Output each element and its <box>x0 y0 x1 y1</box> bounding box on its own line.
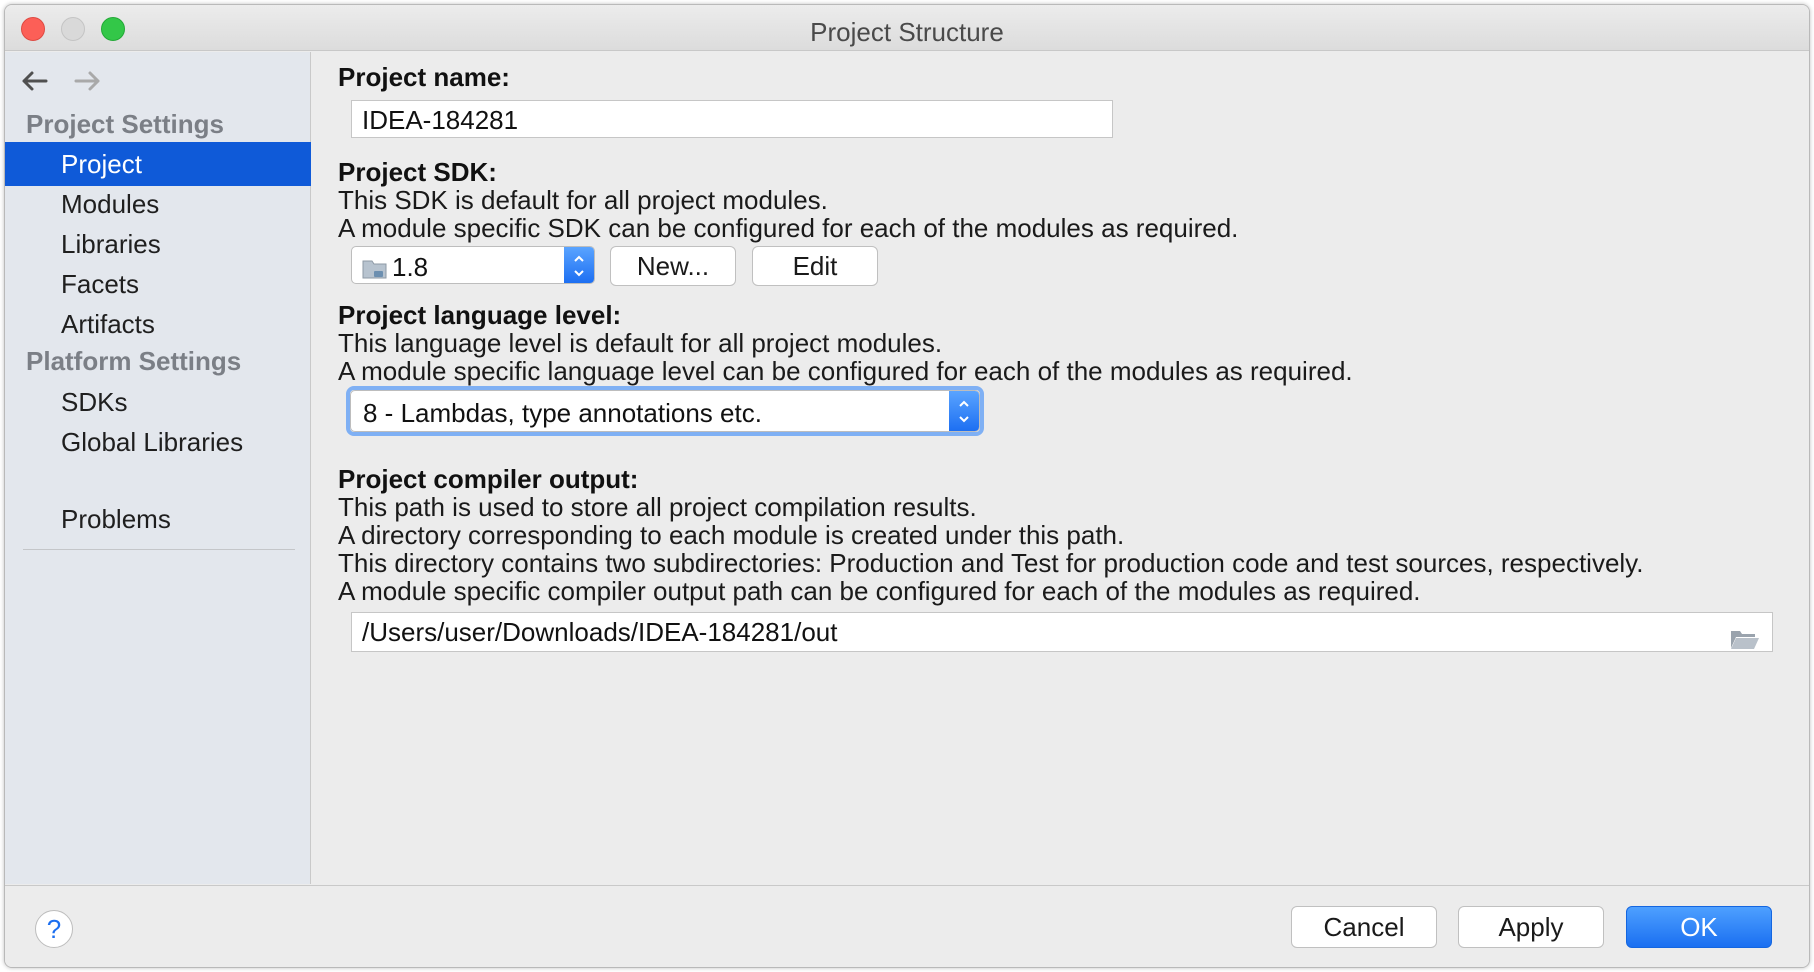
sidebar-item-global-libraries[interactable]: Global Libraries <box>5 420 311 464</box>
project-structure-dialog: Project Structure Project Settings Proje… <box>4 4 1810 968</box>
compiler-output-description-4: A module specific compiler output path c… <box>338 576 1421 606</box>
help-button[interactable]: ? <box>35 910 73 948</box>
back-arrow-icon[interactable] <box>19 66 53 96</box>
chevron-up-icon <box>574 255 584 262</box>
language-level-selected-value: 8 - Lambdas, type annotations etc. <box>363 398 762 428</box>
dialog-footer: ? Cancel Apply OK <box>5 885 1809 967</box>
project-sdk-label: Project SDK: <box>338 157 497 187</box>
sdk-selected-value: 1.8 <box>392 252 429 282</box>
language-level-dropdown[interactable]: 8 - Lambdas, type annotations etc. <box>350 390 980 432</box>
platform-settings-header: Platform Settings <box>26 346 242 376</box>
sdk-dropdown-stepper[interactable] <box>564 247 594 283</box>
language-level-label: Project language level: <box>338 300 622 330</box>
sidebar-item-libraries[interactable]: Libraries <box>5 222 311 266</box>
sdk-dropdown[interactable]: 1.8 <box>351 246 595 284</box>
project-settings-panel: Project name: IDEA-184281 Project SDK: T… <box>312 52 1809 884</box>
language-level-description-1: This language level is default for all p… <box>338 328 943 358</box>
compiler-output-description-3: This directory contains two subdirectori… <box>338 548 1644 578</box>
chevron-down-icon <box>959 416 969 423</box>
sdk-description-1: This SDK is default for all project modu… <box>338 185 828 215</box>
project-settings-header: Project Settings <box>26 109 224 139</box>
apply-button[interactable]: Apply <box>1458 906 1604 948</box>
compiler-output-label: Project compiler output: <box>338 464 639 494</box>
sidebar-item-facets[interactable]: Facets <box>5 262 311 306</box>
sdk-description-2: A module specific SDK can be configured … <box>338 213 1239 243</box>
sdk-edit-button[interactable]: Edit <box>752 246 878 286</box>
chevron-up-icon <box>959 400 969 407</box>
forward-arrow-icon[interactable] <box>73 66 107 96</box>
compiler-output-description-2: A directory corresponding to each module… <box>338 520 1125 550</box>
title-bar: Project Structure <box>5 5 1809 51</box>
compiler-output-description-1: This path is used to store all project c… <box>338 492 977 522</box>
sidebar-divider <box>23 549 295 550</box>
chevron-down-icon <box>574 270 584 277</box>
language-level-dropdown-stepper[interactable] <box>949 391 979 431</box>
sidebar-item-problems[interactable]: Problems <box>5 497 311 541</box>
project-name-field[interactable]: IDEA-184281 <box>351 100 1113 138</box>
sidebar: Project Settings Project Modules Librari… <box>5 52 311 884</box>
sdk-new-button[interactable]: New... <box>610 246 736 286</box>
sidebar-item-artifacts[interactable]: Artifacts <box>5 302 311 346</box>
sidebar-item-modules[interactable]: Modules <box>5 182 311 226</box>
project-name-label: Project name: <box>338 62 510 92</box>
ok-button[interactable]: OK <box>1626 906 1772 948</box>
language-level-description-2: A module specific language level can be … <box>338 356 1353 386</box>
sidebar-item-project[interactable]: Project <box>5 142 311 186</box>
folder-coffee-icon <box>362 256 390 287</box>
compiler-output-path-value: /Users/user/Downloads/IDEA-184281/out <box>362 617 838 647</box>
sidebar-item-sdks[interactable]: SDKs <box>5 380 311 424</box>
compiler-output-path-field[interactable]: /Users/user/Downloads/IDEA-184281/out <box>351 612 1773 652</box>
cancel-button[interactable]: Cancel <box>1291 906 1437 948</box>
browse-folder-icon[interactable] <box>1730 622 1760 660</box>
window-title: Project Structure <box>810 17 1004 47</box>
